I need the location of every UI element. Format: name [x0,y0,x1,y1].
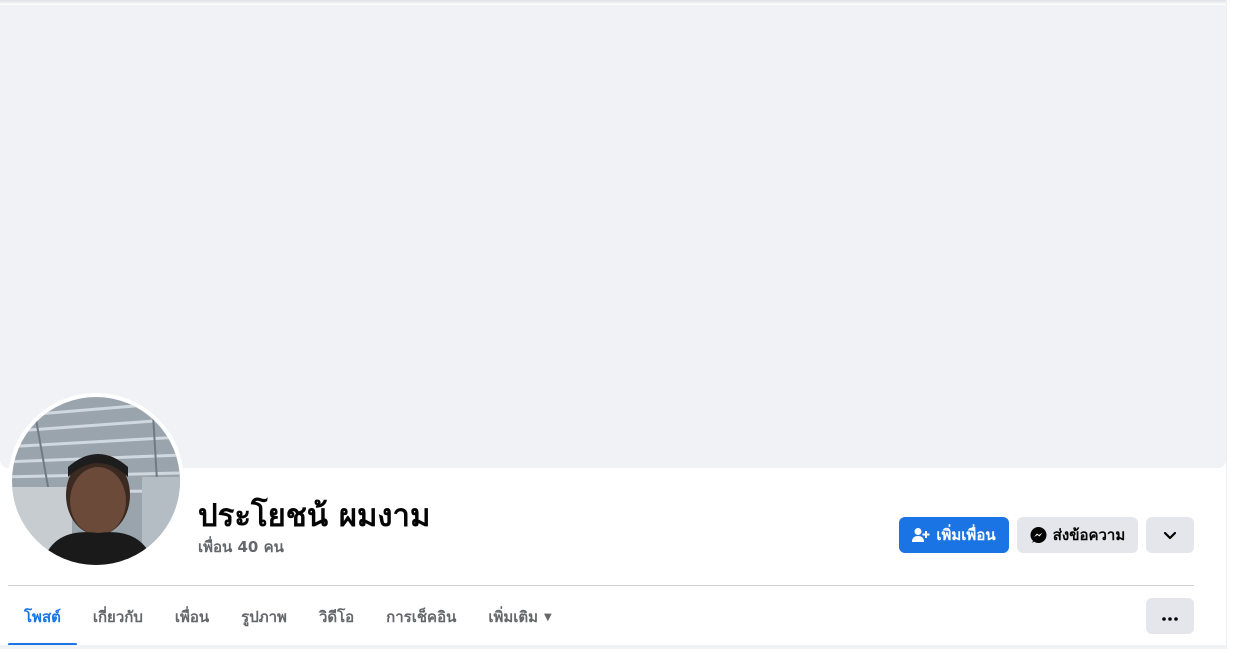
profile-name: ประโยชน้ ผมงาม [198,498,431,534]
profile-more-button[interactable] [1146,517,1194,553]
tab-posts[interactable]: โพสต์ [8,596,77,646]
more-dots-icon [1162,607,1178,625]
tab-checkins[interactable]: การเช็คอิน [370,596,472,638]
profile-avatar[interactable] [12,397,180,565]
chevron-down-icon [1163,526,1177,544]
tab-photos[interactable]: รูปภาพ [225,596,303,638]
tab-more[interactable]: เพิ่มเติม ▼ [472,596,567,638]
avatar-photo [12,397,180,565]
profile-tabs: โพสต์ เกี่ยวกับ เพื่อน รูปภาพ วิดีโอ การ… [8,596,568,646]
tab-videos[interactable]: วิดีโอ [303,596,370,638]
tab-label: เพิ่มเติม [488,608,539,626]
send-message-label: ส่งข้อความ [1052,526,1126,544]
tabs-more-options-button[interactable] [1146,598,1194,634]
add-friend-icon [912,527,930,543]
tab-label: รูปภาพ [241,608,287,626]
tab-friends[interactable]: เพื่อน [159,596,225,638]
content-background [0,645,1226,649]
tab-label: เพื่อน [174,608,210,626]
cover-photo[interactable] [0,5,1226,468]
tab-label: การเช็คอิน [386,608,457,626]
send-message-button[interactable]: ส่งข้อความ [1017,517,1138,553]
friends-count[interactable]: เพื่อน 40 คน [198,535,284,559]
messenger-icon [1030,526,1047,544]
tab-about[interactable]: เกี่ยวกับ [77,596,159,638]
tab-label: เกี่ยวกับ [92,608,143,626]
profile-header-divider [8,585,1194,586]
add-friend-label: เพิ่มเพื่อน [936,526,996,544]
add-friend-button[interactable]: เพิ่มเพื่อน [899,517,1009,553]
caret-down-icon: ▼ [544,611,552,623]
tab-label: วิดีโอ [318,608,355,626]
page-scroll-gutter [1226,0,1252,649]
tab-label: โพสต์ [24,608,61,626]
